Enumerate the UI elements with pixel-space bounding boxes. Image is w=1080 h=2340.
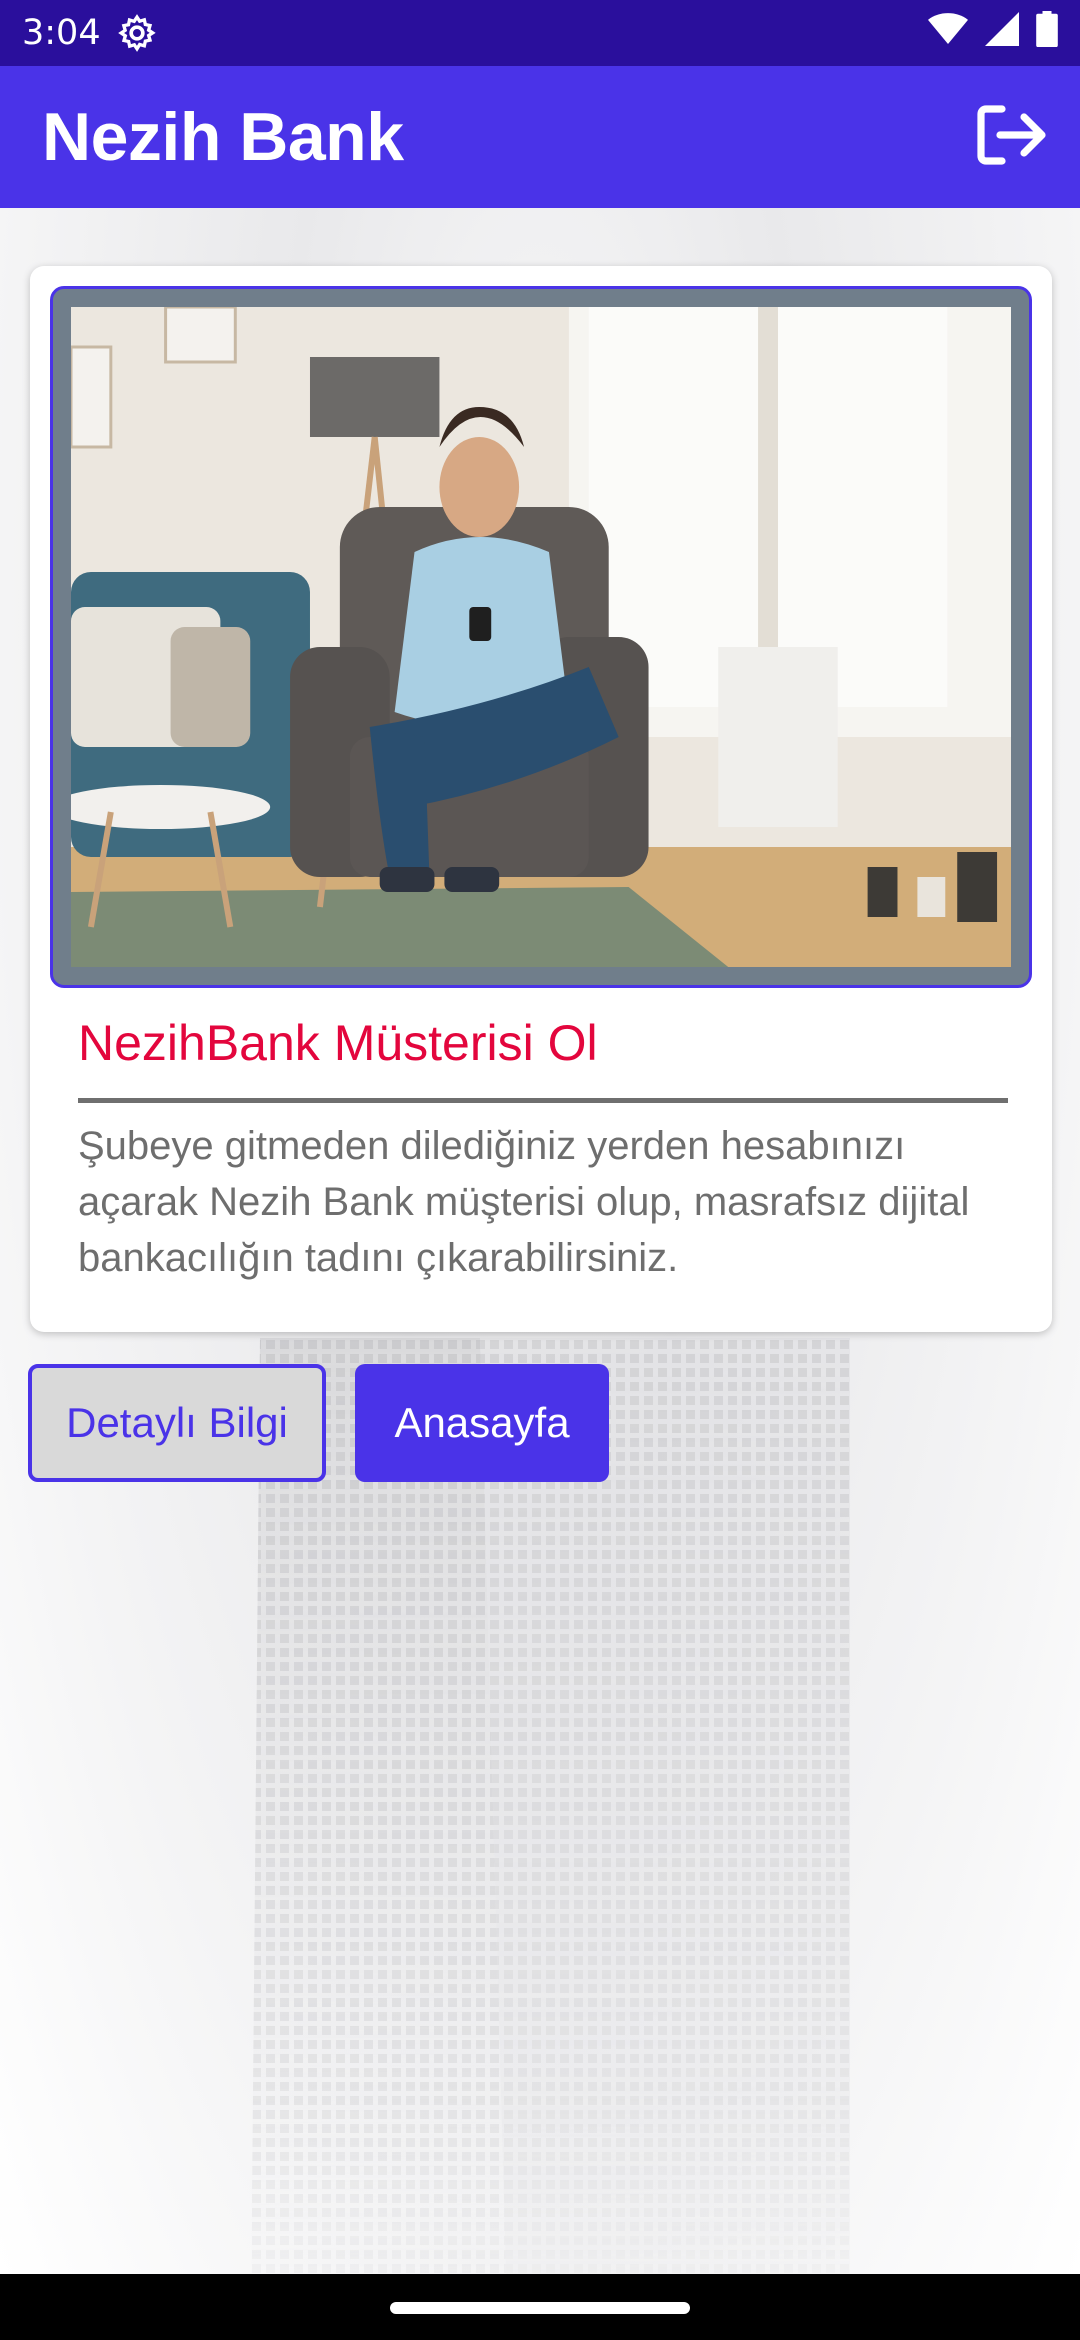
card-title: NezihBank Müsterisi Ol bbox=[78, 1015, 598, 1071]
logout-icon bbox=[976, 103, 1048, 172]
signal-icon bbox=[984, 11, 1020, 55]
status-time: 3:04 bbox=[22, 13, 101, 53]
battery-icon bbox=[1036, 10, 1058, 56]
card-divider bbox=[78, 1098, 1008, 1103]
status-bar: 3:04 bbox=[0, 0, 1080, 66]
promo-card: NezihBank Müsterisi Ol Şubeye gitmeden d… bbox=[30, 266, 1052, 1332]
detail-info-button[interactable]: Detaylı Bilgi bbox=[28, 1364, 326, 1482]
promo-image-frame bbox=[50, 286, 1032, 988]
promo-image bbox=[71, 307, 1011, 967]
app-bar: Nezih Bank bbox=[0, 66, 1080, 208]
home-gesture-pill[interactable] bbox=[390, 2302, 690, 2314]
system-nav-bar bbox=[0, 2274, 1080, 2340]
gear-icon bbox=[117, 13, 157, 53]
home-button[interactable]: Anasayfa bbox=[355, 1364, 609, 1482]
card-description: Şubeye gitmeden dilediğiniz yerden hesab… bbox=[78, 1124, 970, 1280]
logout-button[interactable] bbox=[974, 101, 1050, 173]
wifi-icon bbox=[928, 12, 968, 55]
app-title: Nezih Bank bbox=[42, 99, 404, 175]
